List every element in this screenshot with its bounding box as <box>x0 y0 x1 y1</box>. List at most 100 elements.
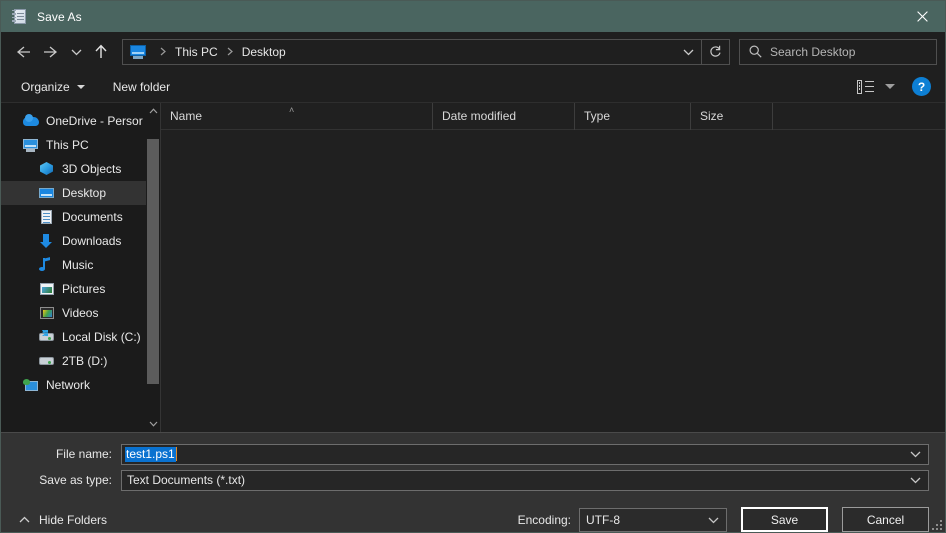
column-header-row: Name ˄ Date modified Type Size <box>161 102 945 130</box>
dialog-body: OneDrive - Persor This PC 3D Objects Des… <box>1 102 945 432</box>
sidebar-item-label: Pictures <box>62 282 106 296</box>
local-disk-icon <box>39 329 55 345</box>
sidebar-item-label: 3D Objects <box>62 162 122 176</box>
file-name-value: test1.ps1 <box>125 446 176 462</box>
chevron-right-icon <box>153 47 173 56</box>
breadcrumb-item-desktop[interactable]: Desktop <box>240 45 288 59</box>
sidebar-item-music[interactable]: Music <box>1 253 160 277</box>
sidebar-item-label: Music <box>62 258 94 272</box>
chevron-down-icon <box>76 84 85 89</box>
help-icon[interactable]: ? <box>912 77 931 96</box>
sidebar-item-label: Videos <box>62 306 99 320</box>
close-button[interactable] <box>899 1 945 32</box>
onedrive-icon <box>23 113 39 129</box>
encoding-value: UTF-8 <box>586 512 620 527</box>
cancel-button[interactable]: Cancel <box>842 507 929 532</box>
breadcrumb[interactable]: This PC Desktop <box>122 38 730 65</box>
save-as-type-label: Save as type: <box>39 473 112 487</box>
new-folder-button[interactable]: New folder <box>107 77 176 97</box>
scrollbar-thumb[interactable] <box>147 139 159 384</box>
view-dropdown-icon[interactable] <box>881 84 899 89</box>
sidebar-item-drive-d[interactable]: 2TB (D:) <box>1 349 160 373</box>
sidebar-item-network[interactable]: Network <box>1 373 160 397</box>
sidebar-item-label: Desktop <box>62 186 107 200</box>
column-label: Date modified <box>442 109 517 123</box>
encoding-select[interactable]: UTF-8 <box>579 507 727 532</box>
refresh-icon[interactable] <box>701 38 729 65</box>
file-name-row: File name: test1.ps1 <box>1 443 945 465</box>
organize-label: Organize <box>21 79 70 94</box>
this-pc-icon <box>130 44 146 59</box>
sidebar-item-label: Downloads <box>62 234 122 248</box>
help-label: ? <box>917 79 926 94</box>
videos-icon <box>39 305 55 321</box>
address-bar: This PC Desktop Search Desktop <box>1 32 945 71</box>
sidebar-item-this-pc[interactable]: This PC <box>1 133 160 157</box>
save-as-dialog: Save As This PC Desktop Search Desktop O… <box>0 0 946 533</box>
sidebar-item-documents[interactable]: Documents <box>1 205 160 229</box>
column-label: Size <box>700 109 724 123</box>
new-folder-label: New folder <box>112 79 171 94</box>
pictures-icon <box>39 281 55 297</box>
save-as-type-value: Text Documents (*.txt) <box>127 473 246 487</box>
documents-icon <box>39 209 55 225</box>
sidebar-item-desktop[interactable]: Desktop <box>1 181 160 205</box>
hide-folders-button[interactable]: Hide Folders <box>11 513 107 527</box>
forward-arrow-icon[interactable] <box>37 38 65 66</box>
file-list[interactable] <box>161 130 945 432</box>
breadcrumb-item-this-pc[interactable]: This PC <box>173 45 220 59</box>
column-label: Type <box>584 109 611 123</box>
scroll-down-icon[interactable] <box>146 416 160 432</box>
save-as-type-dropdown-icon[interactable] <box>910 476 921 484</box>
music-icon <box>39 257 55 273</box>
encoding-group: Encoding: UTF-8 Save Cancel <box>518 507 929 532</box>
navigation-list: OneDrive - Persor This PC 3D Objects Des… <box>1 103 160 397</box>
sort-ascending-icon: ˄ <box>289 104 295 115</box>
column-label: Name <box>170 109 203 123</box>
column-header-date-modified[interactable]: Date modified <box>433 102 575 130</box>
file-name-input[interactable]: test1.ps1 <box>121 443 929 465</box>
drive-icon <box>39 353 55 369</box>
scroll-up-icon[interactable] <box>146 103 160 119</box>
organize-button[interactable]: Organize <box>15 77 91 97</box>
save-form: File name: test1.ps1 Save as type: Text … <box>1 432 945 532</box>
encoding-label: Encoding: <box>517 512 571 527</box>
text-cursor <box>175 447 177 461</box>
this-pc-icon <box>23 137 39 153</box>
sidebar-scrollbar[interactable] <box>146 103 160 432</box>
title-bar: Save As <box>1 1 945 32</box>
chevron-right-icon <box>220 47 240 56</box>
search-placeholder: Search Desktop <box>770 44 856 59</box>
file-name-label: File name: <box>55 447 112 461</box>
back-arrow-icon[interactable] <box>9 38 37 66</box>
sidebar-item-videos[interactable]: Videos <box>1 301 160 325</box>
sidebar-item-local-disk-c[interactable]: Local Disk (C:) <box>1 325 160 349</box>
column-header-name[interactable]: Name ˄ <box>161 102 433 130</box>
network-icon <box>23 377 39 393</box>
save-label: Save <box>770 512 799 527</box>
hide-folders-label: Hide Folders <box>39 512 108 527</box>
encoding-dropdown-icon[interactable] <box>708 516 719 524</box>
save-as-type-select[interactable]: Text Documents (*.txt) <box>121 469 929 491</box>
sidebar-item-pictures[interactable]: Pictures <box>1 277 160 301</box>
sidebar-item-label: Local Disk (C:) <box>62 330 141 344</box>
sidebar-item-label: This PC <box>46 138 89 152</box>
toolbar: Organize New folder ? <box>1 71 945 102</box>
sidebar-item-onedrive[interactable]: OneDrive - Persor <box>1 109 160 133</box>
list-view-icon[interactable] <box>855 79 877 95</box>
address-dropdown-icon[interactable] <box>675 40 701 64</box>
sidebar-item-downloads[interactable]: Downloads <box>1 229 160 253</box>
column-header-type[interactable]: Type <box>575 102 691 130</box>
column-header-size[interactable]: Size <box>691 102 773 130</box>
search-input[interactable]: Search Desktop <box>739 38 937 65</box>
chevron-up-icon <box>19 516 30 523</box>
resize-grip-icon[interactable] <box>930 518 942 530</box>
recent-locations-icon[interactable] <box>65 38 87 66</box>
save-button[interactable]: Save <box>741 507 828 532</box>
up-arrow-icon[interactable] <box>87 38 115 66</box>
desktop-icon <box>39 185 55 201</box>
file-name-dropdown-icon[interactable] <box>910 450 921 458</box>
sidebar-item-label: Network <box>46 378 91 392</box>
sidebar-item-3d-objects[interactable]: 3D Objects <box>1 157 160 181</box>
notepad-icon <box>12 8 28 25</box>
